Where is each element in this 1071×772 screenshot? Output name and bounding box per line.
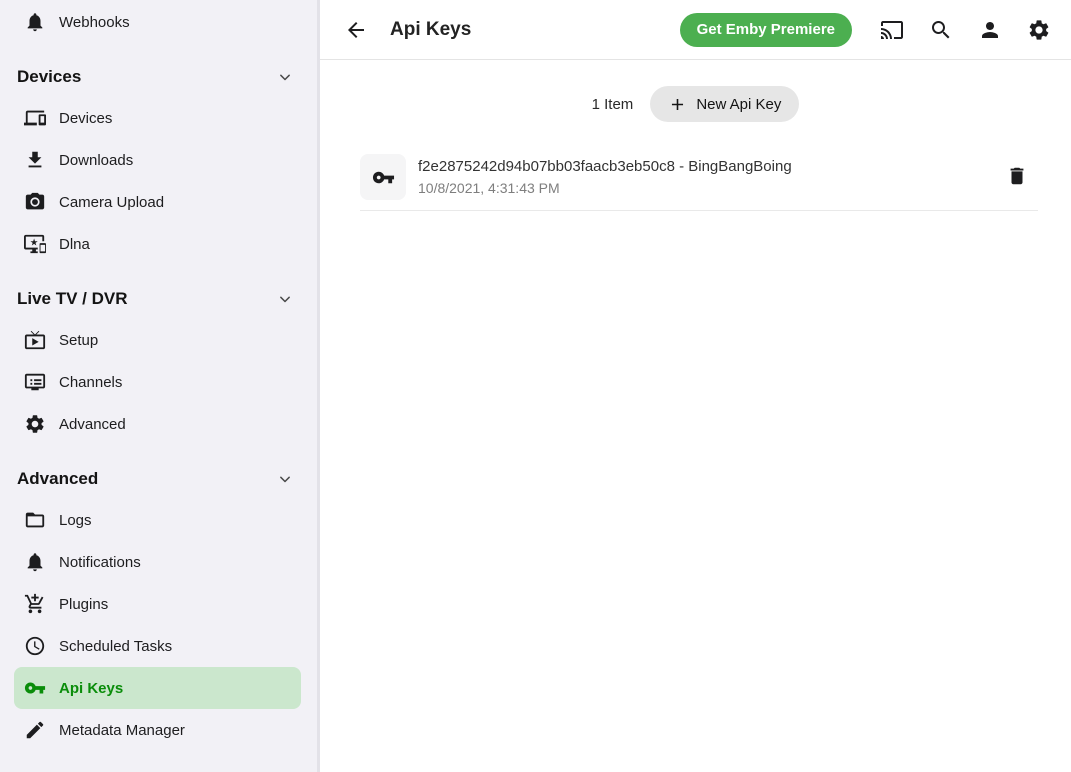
chevron-down-icon — [275, 67, 295, 87]
sidebar-item-webhooks[interactable]: Webhooks — [14, 1, 301, 43]
camera-icon — [24, 191, 46, 213]
user-icon[interactable] — [978, 18, 1002, 42]
sidebar-section-devices[interactable]: Devices — [0, 57, 317, 97]
sidebar-item-label: Channels — [59, 374, 122, 391]
topbar-icons — [880, 18, 1051, 42]
api-key-list: f2e2875242d94b07bb03faacb3eb50c8 - BingB… — [360, 144, 1038, 211]
sidebar-item-dlna[interactable]: Dlna — [14, 223, 301, 265]
sidebar: Webhooks Devices Devices Downloads Camer… — [0, 0, 320, 772]
sidebar-item-label: Metadata Manager — [59, 722, 185, 739]
sidebar-item-label: Notifications — [59, 554, 141, 571]
section-label: Live TV / DVR — [17, 289, 128, 309]
download-icon — [24, 149, 46, 171]
cart-plus-icon — [24, 593, 46, 615]
sidebar-item-scheduled-tasks[interactable]: Scheduled Tasks — [14, 625, 301, 667]
folder-icon — [24, 509, 46, 531]
top-bar: Api Keys Get Emby Premiere — [320, 0, 1071, 60]
new-api-key-label: New Api Key — [696, 96, 781, 113]
delete-icon[interactable] — [1006, 165, 1030, 189]
pencil-icon — [24, 719, 46, 741]
key-icon — [24, 677, 46, 699]
sidebar-section-live-tv-dvr[interactable]: Live TV / DVR — [0, 279, 317, 319]
sidebar-item-camera-upload[interactable]: Camera Upload — [14, 181, 301, 223]
sidebar-item-label: Webhooks — [59, 14, 130, 31]
api-key-title: f2e2875242d94b07bb03faacb3eb50c8 - BingB… — [418, 158, 1006, 175]
sidebar-item-label: Camera Upload — [59, 194, 164, 211]
sidebar-item-setup[interactable]: Setup — [14, 319, 301, 361]
search-icon[interactable] — [929, 18, 953, 42]
api-key-row[interactable]: f2e2875242d94b07bb03faacb3eb50c8 - BingB… — [360, 144, 1038, 211]
channels-icon — [24, 371, 46, 393]
chevron-down-icon — [275, 469, 295, 489]
sidebar-item-label: Dlna — [59, 236, 90, 253]
bell-icon — [24, 551, 46, 573]
live-tv-icon — [24, 329, 46, 351]
sidebar-section-advanced[interactable]: Advanced — [0, 459, 317, 499]
sidebar-item-plugins[interactable]: Plugins — [14, 583, 301, 625]
clock-icon — [24, 635, 46, 657]
sidebar-item-devices[interactable]: Devices — [14, 97, 301, 139]
back-button[interactable] — [344, 18, 368, 42]
gear-icon — [24, 413, 46, 435]
main-content: 1 Item New Api Key f2e2875242d94b07bb03f… — [320, 60, 1071, 772]
devices-icon — [24, 107, 46, 129]
key-icon — [360, 154, 406, 200]
api-key-date: 10/8/2021, 4:31:43 PM — [418, 180, 1006, 196]
section-label: Advanced — [17, 469, 98, 489]
sidebar-item-metadata-manager[interactable]: Metadata Manager — [14, 709, 301, 751]
sidebar-item-label: Devices — [59, 110, 112, 127]
list-toolbar: 1 Item New Api Key — [320, 86, 1071, 122]
chevron-down-icon — [275, 289, 295, 309]
sidebar-item-logs[interactable]: Logs — [14, 499, 301, 541]
sidebar-item-label: Logs — [59, 512, 92, 529]
sidebar-item-label: Plugins — [59, 596, 108, 613]
sidebar-item-label: Scheduled Tasks — [59, 638, 172, 655]
sidebar-item-advanced-livetv[interactable]: Advanced — [14, 403, 301, 445]
new-api-key-button[interactable]: New Api Key — [650, 86, 799, 122]
cast-icon[interactable] — [880, 18, 904, 42]
sidebar-item-channels[interactable]: Channels — [14, 361, 301, 403]
get-emby-premiere-button[interactable]: Get Emby Premiere — [680, 13, 852, 47]
sidebar-item-api-keys[interactable]: Api Keys — [14, 667, 301, 709]
sidebar-item-downloads[interactable]: Downloads — [14, 139, 301, 181]
section-label: Devices — [17, 67, 81, 87]
dlna-icon — [24, 233, 46, 255]
sidebar-item-notifications[interactable]: Notifications — [14, 541, 301, 583]
sidebar-item-label: Setup — [59, 332, 98, 349]
plus-icon — [668, 95, 687, 114]
api-key-info: f2e2875242d94b07bb03faacb3eb50c8 - BingB… — [418, 158, 1006, 196]
bell-icon — [24, 11, 46, 33]
sidebar-item-label: Downloads — [59, 152, 133, 169]
sidebar-item-label: Api Keys — [59, 680, 123, 697]
sidebar-item-label: Advanced — [59, 416, 126, 433]
page-title: Api Keys — [390, 19, 680, 41]
gear-icon[interactable] — [1027, 18, 1051, 42]
item-count: 1 Item — [592, 96, 634, 113]
